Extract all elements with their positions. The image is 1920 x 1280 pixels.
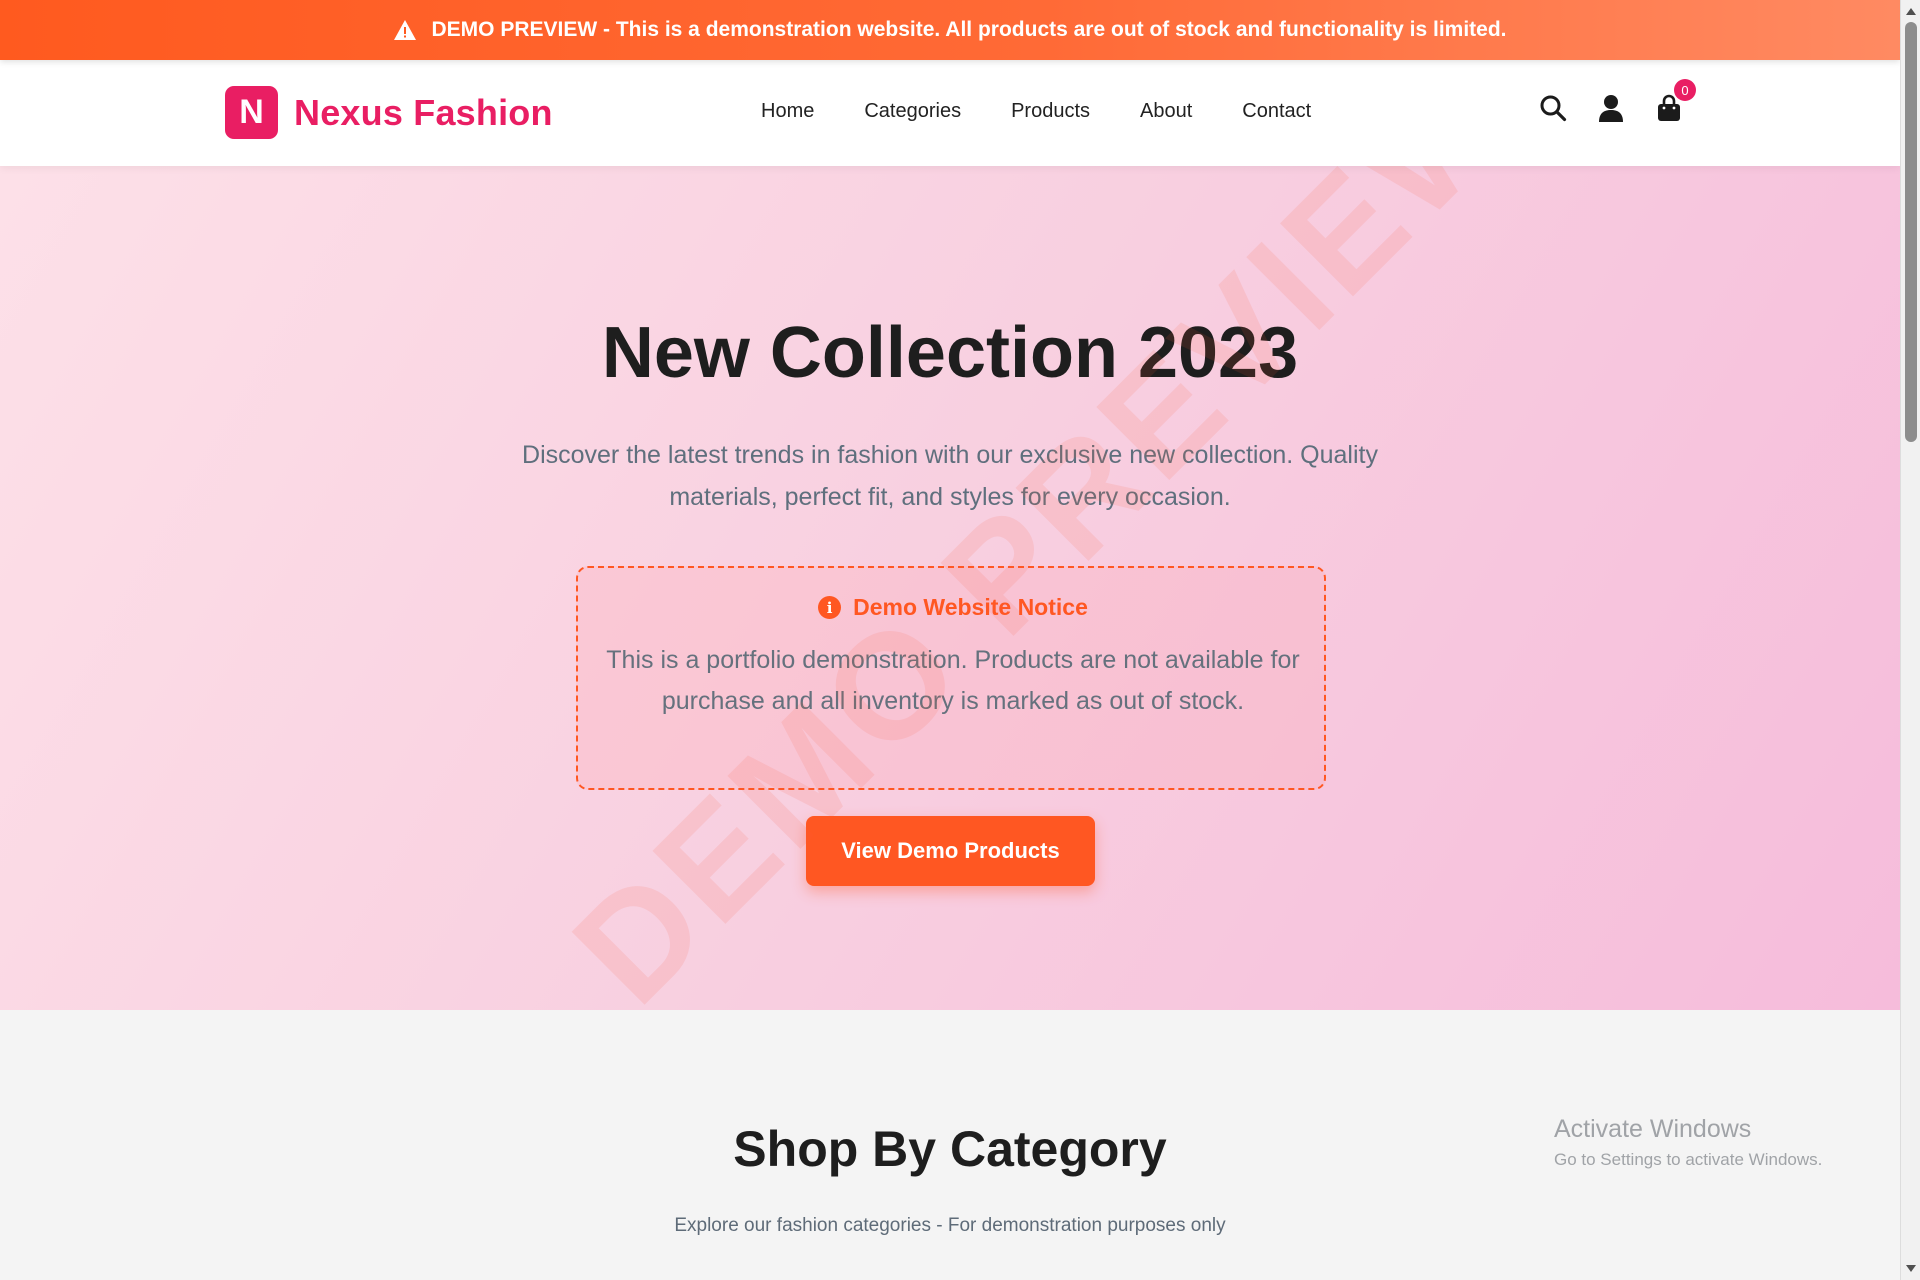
cart-count-badge: 0 — [1674, 79, 1696, 101]
site-header: N Nexus Fashion Home Categories Products… — [0, 60, 1900, 166]
info-icon: i — [818, 596, 842, 619]
warning-icon — [394, 20, 417, 40]
nav-contact[interactable]: Contact — [1242, 100, 1311, 123]
hero-section: New Collection 2023 Discover the latest … — [0, 166, 1900, 1010]
brand-name: Nexus Fashion — [294, 91, 553, 133]
notice-header: i Demo Website Notice — [578, 594, 1328, 621]
logo-mark: N — [225, 86, 278, 139]
nav-categories[interactable]: Categories — [864, 100, 961, 123]
page: DEMO PREVIEW - This is a demonstration w… — [0, 0, 1900, 1280]
activate-windows-title: Activate Windows — [1554, 1115, 1752, 1143]
notice-title: Demo Website Notice — [853, 594, 1088, 620]
notice-body: This is a portfolio demonstration. Produ… — [606, 646, 1300, 715]
brand-logo[interactable]: N Nexus Fashion — [225, 86, 553, 139]
demo-banner: DEMO PREVIEW - This is a demonstration w… — [0, 0, 1900, 60]
activate-windows-subtitle: Go to Settings to activate Windows. — [1554, 1150, 1823, 1169]
demo-banner-text: DEMO PREVIEW - This is a demonstration w… — [431, 18, 1507, 41]
header-actions: 0 — [1538, 79, 1696, 123]
vertical-scrollbar[interactable] — [1900, 0, 1920, 1280]
nav-products[interactable]: Products — [1011, 100, 1090, 123]
hero-title: New Collection 2023 — [601, 313, 1299, 393]
scroll-down-arrow-icon[interactable] — [1906, 1265, 1916, 1272]
main-nav: Home Categories Products About Contact — [761, 100, 1311, 123]
hero-description: Discover the latest trends in fashion wi… — [522, 441, 1378, 511]
view-demo-products-button[interactable]: View Demo Products — [806, 816, 1095, 886]
category-section-subtitle: Explore our fashion categories - For dem… — [674, 1215, 1226, 1236]
search-icon[interactable] — [1538, 93, 1568, 123]
shopping-bag-icon[interactable]: 0 — [1654, 79, 1696, 123]
nav-home[interactable]: Home — [761, 100, 814, 123]
demo-notice-box: i Demo Website Notice This is a portfoli… — [576, 566, 1326, 790]
activate-windows-watermark: Activate Windows Go to Settings to activ… — [1554, 1115, 1822, 1170]
scroll-up-arrow-icon[interactable] — [1906, 8, 1916, 15]
scrollbar-thumb[interactable] — [1905, 22, 1917, 442]
nav-about[interactable]: About — [1140, 100, 1192, 123]
user-icon[interactable] — [1596, 93, 1626, 123]
